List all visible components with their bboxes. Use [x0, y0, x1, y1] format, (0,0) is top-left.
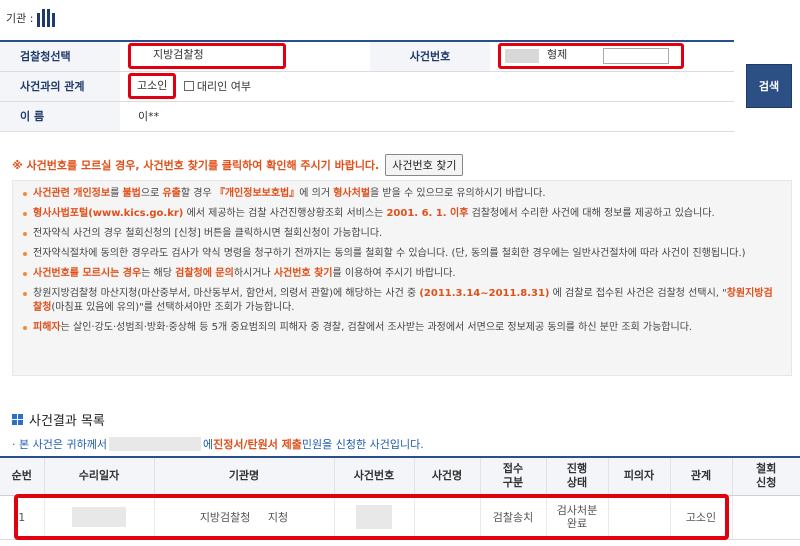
search-form: 검찰청선택 지방검찰청 사건번호 형제 사건과의 관계 고소인 대리인 여부 이…: [0, 40, 734, 132]
sub-notice-suffix: 민원을 신청한 사건입니다.: [301, 438, 424, 451]
case-number-input[interactable]: [603, 48, 669, 65]
proxy-checkbox[interactable]: [183, 81, 194, 91]
agency-logo-icon: [37, 9, 56, 27]
info-text: 사건번호를 모르시는 경우: [33, 268, 142, 279]
info-list: 사건관련 개인정보를 불법으로 유출할 경우 『개인정보보호법』에 의거 형사처…: [21, 187, 781, 335]
sub-notice-mid: 에: [202, 438, 214, 451]
info-item: 사건관련 개인정보를 불법으로 유출할 경우 『개인정보보호법』에 의거 형사처…: [21, 187, 781, 201]
relation-select-highlight: 고소인: [128, 73, 177, 99]
row-highlight: [14, 494, 729, 540]
info-text: 를 이용하여 주시기 바랍니다.: [332, 268, 456, 279]
office-select-highlight: 지방검찰청: [128, 43, 286, 70]
column-header: 수리일자: [44, 457, 155, 496]
case-no-highlight: 형제: [498, 43, 684, 70]
name-value: 이**: [120, 101, 734, 132]
case-year-input[interactable]: [505, 49, 539, 64]
info-text: 검찰청에 문의: [175, 268, 234, 279]
notice-text: ※ 사건번호를 모르실 경우, 사건번호 찾기를 클릭하여 확인해 주시기 바랍…: [12, 159, 380, 172]
info-text: 는 해당: [141, 268, 176, 279]
case-no-label: 사건번호: [370, 41, 490, 72]
info-text: 2001. 6. 1. 이후: [386, 208, 469, 219]
cell-withdraw: [732, 495, 800, 540]
info-text: 사건관련 개인정보: [33, 188, 111, 199]
info-box: 사건관련 개인정보를 불법으로 유출할 경우 『개인정보보호법』에 의거 형사처…: [12, 180, 792, 376]
sub-notice-prefix: · 본 사건은 귀하께서: [12, 438, 107, 451]
info-text: 으로: [140, 188, 163, 199]
results-sub-notice: · 본 사건은 귀하께서 에 진정서/탄원서 제출 민원을 신청한 사건입니다.: [12, 436, 424, 452]
results-title: 사건결과 목록: [12, 410, 105, 429]
column-header: 철회 신청: [732, 457, 800, 496]
column-header: 접수 구분: [480, 457, 547, 496]
proxy-label: 대리인 여부: [196, 80, 251, 93]
grid-icon: [12, 414, 23, 425]
info-text: 에 의거: [299, 188, 334, 199]
info-text: 전자약식절차에 동의한 경우라도 검사가 약식 명령을 청구하기 전까지는 동의…: [33, 248, 746, 259]
info-text: 형사사법포털(www.kics.go.kr): [33, 208, 184, 219]
relation-select[interactable]: 고소인: [133, 77, 172, 95]
info-text: 피해자: [33, 322, 61, 333]
relation-label: 사건과의 관계: [0, 71, 120, 102]
sub-notice-bold: 진정서/탄원서 제출: [213, 438, 302, 451]
info-text: 하시거나: [233, 268, 274, 279]
info-item: 사건번호를 모르시는 경우는 해당 검찰청에 문의하시거나 사건번호 찾기를 이…: [21, 267, 781, 281]
agency-row: 기관 :: [6, 8, 56, 28]
column-header: 사건명: [414, 457, 481, 496]
case-type-select[interactable]: 형제: [543, 48, 599, 65]
info-text: 창원지방검찰청 마산지청(마산중부서, 마산동부서, 함안서, 의령서 관할)에…: [33, 288, 420, 299]
info-text: 『개인정보보호법』: [214, 188, 300, 199]
search-button[interactable]: 검색: [746, 64, 792, 108]
results-title-text: 사건결과 목록: [29, 414, 105, 429]
info-item: 전자약식 사건의 경우 철회신청의 [신청] 버튼을 클릭하시면 철회신청이 가…: [21, 227, 781, 241]
results-header-row: 순번 수리일자 기관명 사건번호 사건명 접수 구분 진행 상태 피의자 관계 철회 신청: [0, 457, 800, 496]
column-header: 기관명: [154, 457, 335, 496]
office-select[interactable]: 지방검찰청: [135, 46, 281, 67]
column-header: 사건번호: [334, 457, 415, 496]
info-text: 에 검찰로 접수된 사건은 검찰청 선택시, ": [549, 288, 727, 299]
info-text: 검찰청에서 수리한 사건에 대해 정보를 제공하고 있습니다.: [468, 208, 715, 219]
office-label: 검찰청선택: [0, 41, 120, 72]
agency-label: 기관 :: [6, 12, 34, 25]
name-label: 이 름: [0, 101, 120, 132]
info-text: 에서 제공하는 검찰 사건진행상황조회 서비스는: [183, 208, 387, 219]
info-text: 유출: [162, 188, 181, 199]
find-case-number-button[interactable]: 사건번호 찾기: [385, 154, 464, 176]
info-text: (마침표 있음에 유의)"를 선택하셔야만 조회가 가능합니다.: [51, 302, 295, 313]
info-text: (2011.3.14~2011.8.31): [419, 288, 550, 299]
info-text: 는 살인·강도·성범죄·방화·중상해 등 5개 중요범죄의 피해자 중 경찰, …: [60, 322, 693, 333]
column-header: 순번: [0, 457, 45, 496]
info-item: 형사사법포털(www.kics.go.kr) 에서 제공하는 검찰 사건진행상황…: [21, 207, 781, 221]
info-text: 을 받을 수 있으므로 유의하시기 바랍니다.: [370, 188, 546, 199]
info-text: 형사처벌: [333, 188, 371, 199]
column-header: 진행 상태: [546, 457, 609, 496]
info-text: 불법: [122, 188, 141, 199]
column-header: 관계: [670, 457, 733, 496]
info-text: 할 경우: [180, 188, 215, 199]
column-header: 피의자: [608, 457, 671, 496]
redacted-date: [108, 437, 201, 451]
info-text: 전자약식 사건의 경우 철회신청의 [신청] 버튼을 클릭하시면 철회신청이 가…: [33, 228, 383, 239]
info-text: 를: [110, 188, 123, 199]
info-text: 사건번호 찾기: [273, 268, 333, 279]
info-item: 창원지방검찰청 마산지청(마산중부서, 마산동부서, 함안서, 의령서 관할)에…: [21, 287, 781, 315]
info-item: 전자약식절차에 동의한 경우라도 검사가 약식 명령을 청구하기 전까지는 동의…: [21, 247, 781, 261]
info-item: 피해자는 살인·강도·성범죄·방화·중상해 등 5개 중요범죄의 피해자 중 경…: [21, 321, 781, 335]
case-number-notice: ※ 사건번호를 모르실 경우, 사건번호 찾기를 클릭하여 확인해 주시기 바랍…: [12, 154, 464, 176]
